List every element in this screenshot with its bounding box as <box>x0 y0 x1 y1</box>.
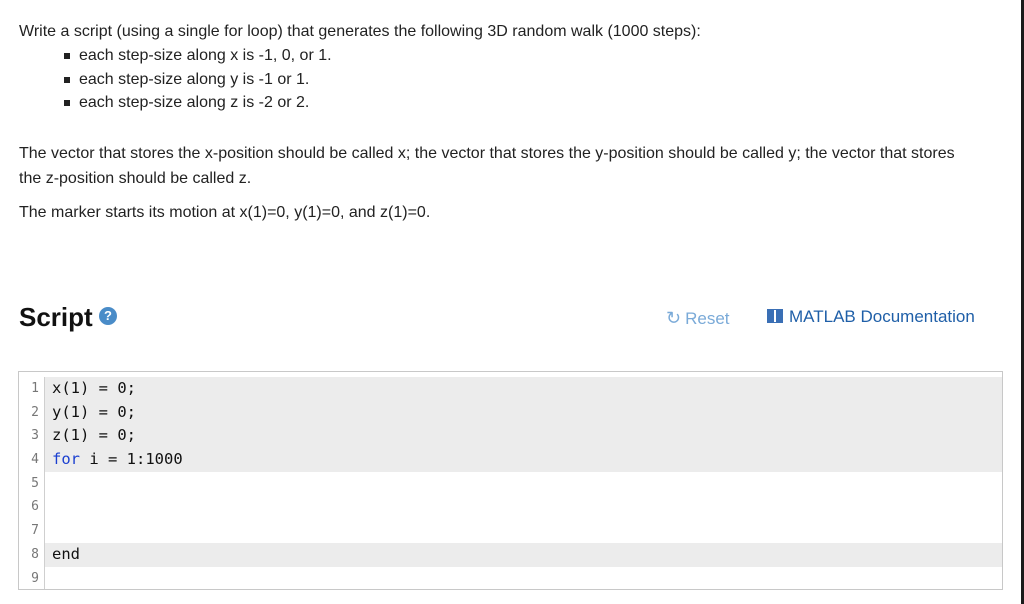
script-title: Script <box>19 302 93 332</box>
keyword-for: for <box>52 450 80 469</box>
line-number: 7 <box>19 519 45 543</box>
code-text: z(1) = 0; <box>52 426 136 445</box>
page: Write a script (using a single for loop)… <box>0 0 1024 604</box>
line-number: 8 <box>19 542 45 567</box>
line-number: 5 <box>19 471 45 496</box>
reset-icon: ↻ <box>666 308 682 328</box>
code-text: for i = 1:1000 <box>52 448 183 472</box>
code-editor[interactable]: 1 x(1) = 0; 2 y(1) = 0; 3 z(1) = 0; 4 fo… <box>18 371 1003 590</box>
problem-intro: Write a script (using a single for loop)… <box>19 23 701 40</box>
book-icon <box>767 309 783 323</box>
step-size-list: each step-size along x is -1, 0, or 1. e… <box>19 44 979 115</box>
code-line[interactable]: 7 <box>19 519 1002 543</box>
code-line[interactable]: 6 <box>19 495 1002 520</box>
line-number: 1 <box>19 377 45 401</box>
problem-paragraph-vectors: The vector that stores the x-position sh… <box>19 144 955 187</box>
list-item: each step-size along z is -2 or 2. <box>19 91 979 115</box>
line-number: 9 <box>19 566 45 589</box>
line-number: 4 <box>19 448 45 472</box>
list-item: each step-size along x is -1, 0, or 1. <box>19 44 979 68</box>
script-header: Script ? ↻ Reset MATLAB Documentation <box>19 296 985 340</box>
documentation-label: MATLAB Documentation <box>789 307 975 326</box>
for-range: i = 1:1000 <box>80 450 183 469</box>
help-icon[interactable]: ? <box>99 307 117 325</box>
problem-description: Write a script (using a single for loop)… <box>19 20 979 225</box>
line-number: 3 <box>19 424 45 449</box>
code-text: x(1) = 0; <box>52 379 136 397</box>
code-line[interactable]: 3 z(1) = 0; <box>19 424 1002 449</box>
code-line[interactable]: 2 y(1) = 0; <box>19 400 1002 425</box>
reset-button[interactable]: ↻ Reset <box>666 308 730 329</box>
code-text: y(1) = 0; <box>52 402 136 421</box>
list-item: each step-size along y is -1 or 1. <box>19 68 979 92</box>
reset-label: Reset <box>685 309 730 328</box>
code-line[interactable]: 1 x(1) = 0; <box>19 377 1002 401</box>
code-line[interactable]: 8 end <box>19 542 1002 567</box>
problem-paragraph-start: The marker starts its motion at x(1)=0, … <box>19 203 431 221</box>
matlab-documentation-link[interactable]: MATLAB Documentation <box>767 307 975 327</box>
code-line[interactable]: 5 <box>19 471 1002 496</box>
keyword-end: end <box>52 544 80 563</box>
line-number: 2 <box>19 400 45 425</box>
line-number: 6 <box>19 495 45 520</box>
code-line[interactable]: 9 <box>19 566 1002 589</box>
code-line[interactable]: 4 for i = 1:1000 <box>19 448 1002 472</box>
